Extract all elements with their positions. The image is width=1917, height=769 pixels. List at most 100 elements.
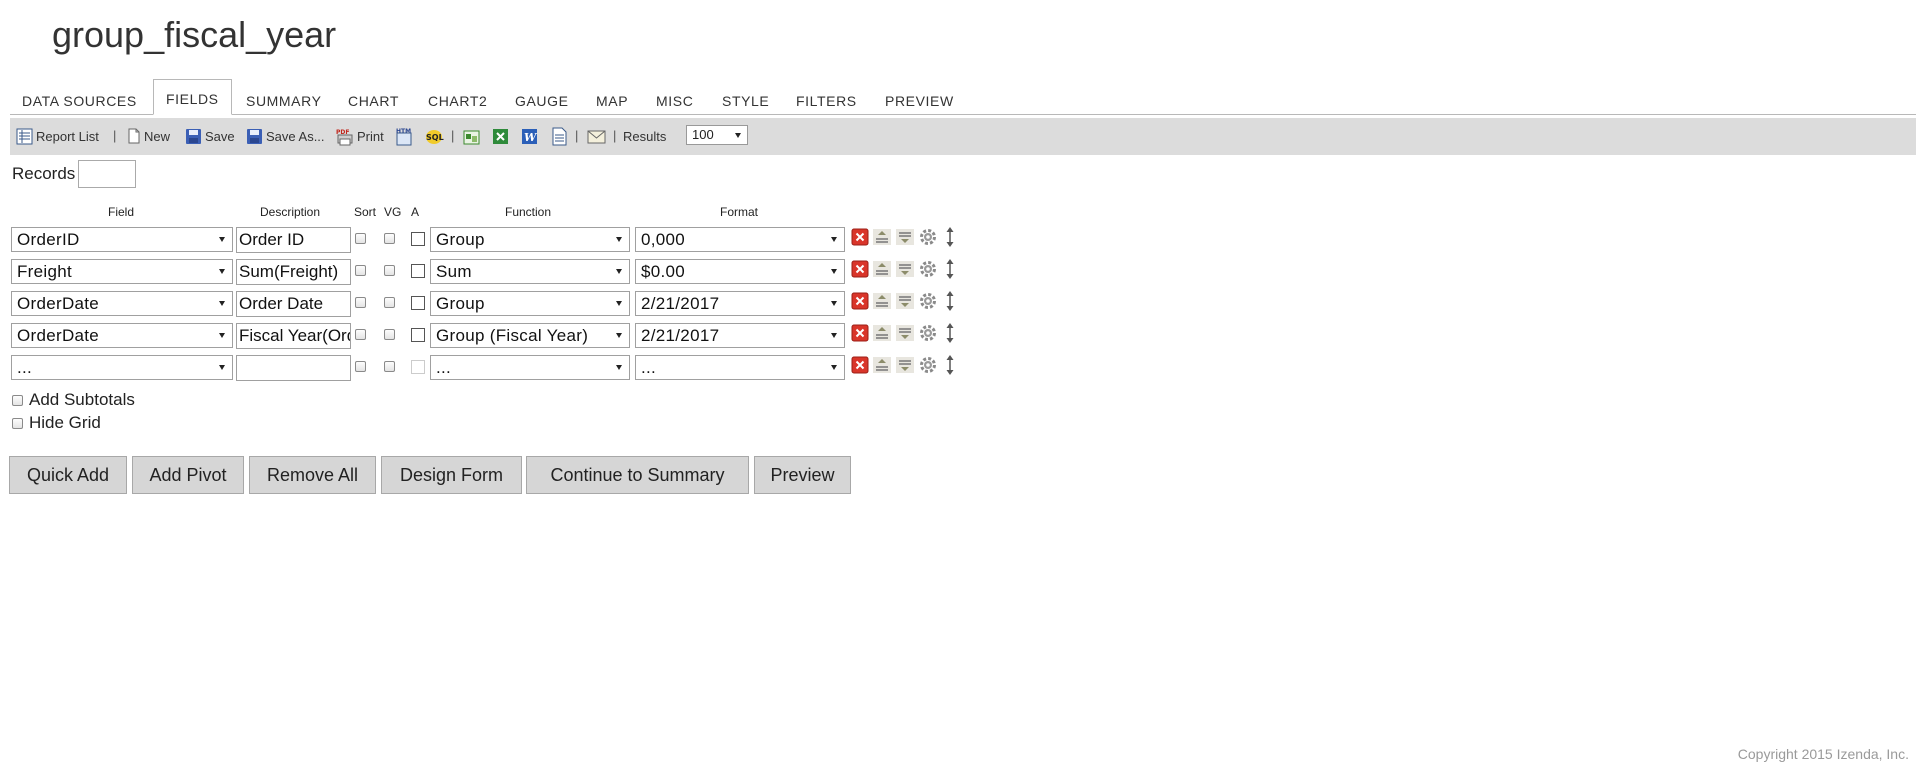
description-input[interactable]: Order ID bbox=[236, 227, 351, 253]
tab-map[interactable]: MAP bbox=[596, 89, 628, 113]
function-select[interactable]: Group (Fiscal Year) bbox=[430, 323, 630, 348]
sort-checkbox[interactable] bbox=[355, 361, 366, 372]
sort-checkbox[interactable] bbox=[355, 297, 366, 308]
field-select[interactable]: ... bbox=[11, 355, 233, 380]
print-button[interactable]: PDF Print bbox=[335, 126, 384, 146]
delete-icon[interactable] bbox=[851, 260, 869, 278]
html-export-button[interactable]: HTM bbox=[394, 126, 416, 146]
delete-icon[interactable] bbox=[851, 228, 869, 246]
add-pivot-button[interactable]: Add Pivot bbox=[132, 456, 244, 494]
function-select[interactable]: Group bbox=[430, 227, 630, 252]
rtf-export-button[interactable] bbox=[551, 126, 571, 146]
remove-all-button[interactable]: Remove All bbox=[249, 456, 376, 494]
description-input[interactable]: Order Date bbox=[236, 291, 351, 317]
tab-summary[interactable]: SUMMARY bbox=[246, 89, 322, 113]
a-checkbox[interactable] bbox=[411, 360, 425, 374]
vg-checkbox[interactable] bbox=[384, 265, 395, 276]
vg-checkbox[interactable] bbox=[384, 329, 395, 340]
drag-handle-icon[interactable] bbox=[945, 355, 955, 375]
sort-checkbox[interactable] bbox=[355, 233, 366, 244]
a-checkbox[interactable] bbox=[411, 296, 425, 310]
gear-icon[interactable] bbox=[919, 260, 937, 278]
save-as-icon bbox=[247, 128, 262, 144]
tab-style[interactable]: STYLE bbox=[722, 89, 769, 113]
tab-preview[interactable]: PREVIEW bbox=[885, 89, 954, 113]
move-down-icon[interactable] bbox=[896, 293, 914, 309]
tab-misc[interactable]: MISC bbox=[656, 89, 693, 113]
quick-add-button[interactable]: Quick Add bbox=[9, 456, 127, 494]
a-checkbox[interactable] bbox=[411, 232, 425, 246]
function-select[interactable]: ... bbox=[430, 355, 630, 380]
format-select[interactable]: 2/21/2017 bbox=[635, 291, 845, 316]
move-up-icon[interactable] bbox=[873, 261, 891, 277]
save-button[interactable]: Save bbox=[185, 126, 235, 146]
move-up-icon[interactable] bbox=[873, 229, 891, 245]
move-down-icon[interactable] bbox=[896, 325, 914, 341]
sql-button[interactable]: SQL bbox=[424, 126, 447, 146]
records-input[interactable] bbox=[78, 160, 136, 188]
excel-export-button[interactable] bbox=[491, 126, 513, 146]
format-select[interactable]: $0.00 bbox=[635, 259, 845, 284]
word-export-button[interactable]: W bbox=[520, 126, 542, 146]
rtf-document-icon bbox=[552, 127, 567, 145]
move-up-icon[interactable] bbox=[873, 357, 891, 373]
preview-button[interactable]: Preview bbox=[754, 456, 851, 494]
add-subtotals-checkbox[interactable] bbox=[12, 394, 23, 406]
drag-handle-icon[interactable] bbox=[945, 259, 955, 279]
description-input[interactable] bbox=[236, 355, 351, 381]
add-subtotals-option[interactable]: Add Subtotals bbox=[12, 390, 135, 410]
description-input[interactable]: Fiscal Year(OrderDate) bbox=[236, 323, 351, 349]
function-select[interactable]: Group bbox=[430, 291, 630, 316]
field-select[interactable]: OrderID bbox=[11, 227, 233, 252]
tab-chart[interactable]: CHART bbox=[348, 89, 399, 113]
field-select[interactable]: OrderDate bbox=[11, 323, 233, 348]
vg-checkbox[interactable] bbox=[384, 361, 395, 372]
gear-icon[interactable] bbox=[919, 356, 937, 374]
hide-grid-checkbox[interactable] bbox=[12, 417, 23, 429]
email-button[interactable] bbox=[587, 126, 609, 146]
tab-data-sources[interactable]: DATA SOURCES bbox=[22, 89, 137, 113]
delete-icon[interactable] bbox=[851, 356, 869, 374]
gear-icon[interactable] bbox=[919, 292, 937, 310]
gear-icon[interactable] bbox=[919, 324, 937, 342]
drag-handle-icon[interactable] bbox=[945, 291, 955, 311]
move-down-icon[interactable] bbox=[896, 261, 914, 277]
move-down-icon[interactable] bbox=[896, 357, 914, 373]
a-checkbox[interactable] bbox=[411, 264, 425, 278]
tab-chart2[interactable]: CHART2 bbox=[428, 89, 487, 113]
format-select[interactable]: 2/21/2017 bbox=[635, 323, 845, 348]
tab-fields[interactable]: FIELDS bbox=[153, 79, 232, 115]
field-select[interactable]: OrderDate bbox=[11, 291, 233, 316]
a-checkbox[interactable] bbox=[411, 328, 425, 342]
tab-gauge[interactable]: GAUGE bbox=[515, 89, 569, 113]
drag-handle-icon[interactable] bbox=[945, 323, 955, 343]
function-select[interactable]: Sum bbox=[430, 259, 630, 284]
move-down-icon[interactable] bbox=[896, 229, 914, 245]
field-select[interactable]: Freight bbox=[11, 259, 233, 284]
vg-checkbox[interactable] bbox=[384, 297, 395, 308]
continue-to-summary-button[interactable]: Continue to Summary bbox=[526, 456, 749, 494]
results-select[interactable]: 100 bbox=[686, 125, 748, 145]
vg-checkbox[interactable] bbox=[384, 233, 395, 244]
delete-icon[interactable] bbox=[851, 292, 869, 310]
chevron-down-icon bbox=[735, 133, 741, 138]
column-header-sort: Sort bbox=[354, 205, 377, 219]
design-form-button[interactable]: Design Form bbox=[381, 456, 522, 494]
save-as-button[interactable]: Save As... bbox=[246, 126, 325, 146]
report-list-button[interactable]: Report List bbox=[16, 126, 99, 146]
tab-filters[interactable]: FILTERS bbox=[796, 89, 857, 113]
gear-icon[interactable] bbox=[919, 228, 937, 246]
delete-icon[interactable] bbox=[851, 324, 869, 342]
move-up-icon[interactable] bbox=[873, 325, 891, 341]
format-select[interactable]: ... bbox=[635, 355, 845, 380]
format-value: 2/21/2017 bbox=[641, 326, 720, 345]
move-up-icon[interactable] bbox=[873, 293, 891, 309]
new-button[interactable]: New bbox=[127, 126, 170, 146]
csv-export-button[interactable] bbox=[462, 126, 484, 146]
sort-checkbox[interactable] bbox=[355, 265, 366, 276]
hide-grid-option[interactable]: Hide Grid bbox=[12, 413, 101, 433]
description-input[interactable]: Sum(Freight) bbox=[236, 259, 351, 285]
sort-checkbox[interactable] bbox=[355, 329, 366, 340]
format-select[interactable]: 0,000 bbox=[635, 227, 845, 252]
drag-handle-icon[interactable] bbox=[945, 227, 955, 247]
